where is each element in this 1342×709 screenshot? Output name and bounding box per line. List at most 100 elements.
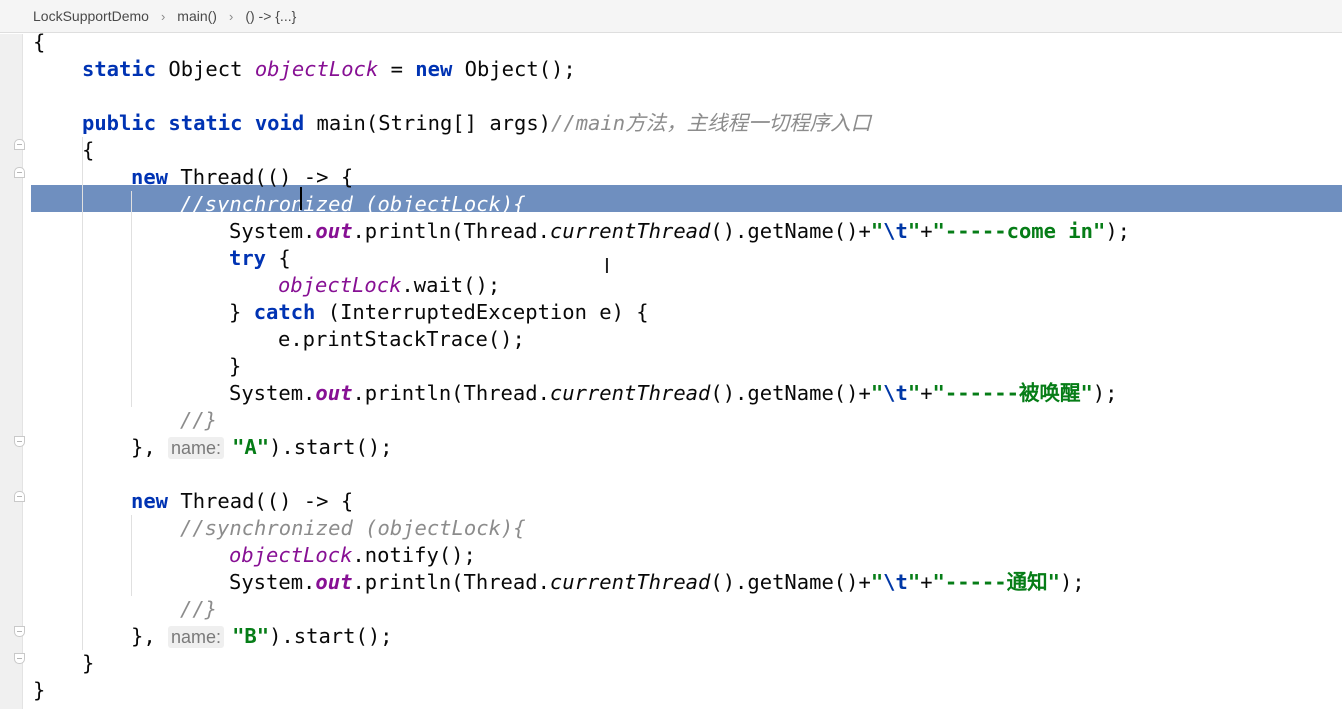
code-line[interactable]: //} xyxy=(180,596,217,623)
code-comment: //main方法，主线程一切程序入口 xyxy=(551,111,872,135)
code-line[interactable]: } catch (InterruptedException e) { xyxy=(229,299,649,326)
code-token: ); xyxy=(1092,381,1118,405)
code-token: out xyxy=(315,570,353,594)
breadcrumb-item-method[interactable]: main() xyxy=(177,8,217,24)
code-token: static xyxy=(168,111,243,135)
code-comment: //} xyxy=(180,408,218,432)
code-line[interactable]: //synchronized (objectLock){ xyxy=(180,515,526,542)
code-token: currentThread xyxy=(549,219,711,243)
code-token: out xyxy=(315,381,353,405)
code-line[interactable]: e.printStackTrace(); xyxy=(278,326,525,353)
code-line[interactable]: //} xyxy=(180,407,217,434)
code-token: + xyxy=(920,570,933,594)
code-line[interactable]: System.out.println(Thread.currentThread(… xyxy=(229,569,1085,596)
indent-guide xyxy=(131,191,132,407)
code-line[interactable]: new Thread(() -> { xyxy=(131,164,353,191)
code-line[interactable]: objectLock.wait(); xyxy=(278,272,500,299)
code-token: }, xyxy=(131,435,169,459)
code-token: \t xyxy=(883,381,908,405)
code-token: new xyxy=(131,165,169,189)
code-token: ().getName()+ xyxy=(710,381,871,405)
code-token: e.printStackTrace(); xyxy=(278,327,525,351)
parameter-hint: name: xyxy=(168,626,225,648)
code-token: "-----come in" xyxy=(932,219,1106,243)
code-token: .println(Thread. xyxy=(352,570,550,594)
fold-icon[interactable] xyxy=(14,653,25,664)
code-comment: //synchronized (objectLock){ xyxy=(180,516,526,540)
code-token: "B" xyxy=(232,624,270,648)
code-token: objectLock xyxy=(278,273,402,297)
fold-icon[interactable] xyxy=(14,491,25,502)
code-token: (InterruptedException e) { xyxy=(315,300,649,324)
code-token: { xyxy=(266,246,291,270)
code-editor[interactable]: { static Object objectLock = new Object()… xyxy=(33,30,1342,709)
code-token: static xyxy=(82,57,157,81)
code-token: .println(Thread. xyxy=(352,381,550,405)
code-line[interactable]: System.out.println(Thread.currentThread(… xyxy=(229,380,1117,407)
chevron-right-icon: › xyxy=(160,8,166,24)
fold-icon[interactable] xyxy=(14,167,25,178)
breadcrumb-item-class[interactable]: LockSupportDemo xyxy=(33,8,149,24)
code-token: .notify(); xyxy=(352,543,476,567)
code-token: "A" xyxy=(232,435,270,459)
code-token: \t xyxy=(883,570,908,594)
code-token: { xyxy=(82,138,95,162)
code-token: main(String[] args) xyxy=(304,111,552,135)
breadcrumb: LockSupportDemo › main() › () -> {...} xyxy=(0,0,1342,33)
chevron-right-icon: › xyxy=(228,8,234,24)
editor-gutter[interactable] xyxy=(0,34,25,709)
code-token: }, xyxy=(131,624,169,648)
code-token: System. xyxy=(229,570,316,594)
code-token: " xyxy=(870,570,884,594)
code-token: \t xyxy=(883,219,908,243)
code-token: System. xyxy=(229,381,316,405)
code-token: + xyxy=(920,219,933,243)
code-token: } xyxy=(229,354,242,378)
code-comment: //} xyxy=(180,597,218,621)
code-comment: //synchronized (objectLock){ xyxy=(180,192,526,216)
text-caret xyxy=(300,187,302,210)
code-token: try xyxy=(229,246,267,270)
code-token: ); xyxy=(1059,570,1085,594)
fold-icon[interactable] xyxy=(14,626,25,637)
code-line[interactable]: { xyxy=(82,137,94,164)
code-token: objectLock xyxy=(229,543,353,567)
code-token: " xyxy=(870,381,884,405)
code-token: catch xyxy=(253,300,316,324)
code-token: " xyxy=(907,570,921,594)
code-token: ().getName()+ xyxy=(710,570,871,594)
code-token: .println(Thread. xyxy=(352,219,550,243)
code-token: void xyxy=(254,111,305,135)
code-token: currentThread xyxy=(549,381,711,405)
code-line[interactable]: } xyxy=(82,650,94,677)
code-token: public xyxy=(82,111,157,135)
indent-guide xyxy=(131,515,132,596)
breadcrumb-item-lambda[interactable]: () -> {...} xyxy=(245,8,296,24)
code-token: "-----通知" xyxy=(932,570,1060,594)
code-line[interactable]: { xyxy=(33,29,45,56)
code-line[interactable]: } xyxy=(229,353,241,380)
code-line[interactable]: objectLock.notify(); xyxy=(229,542,476,569)
code-token: "------被唤醒" xyxy=(932,381,1093,405)
code-line[interactable]: }, name: "B").start(); xyxy=(131,623,393,650)
parameter-hint: name: xyxy=(168,437,225,459)
code-line[interactable]: try { xyxy=(229,245,291,272)
fold-icon[interactable] xyxy=(14,139,25,150)
code-token: .wait(); xyxy=(401,273,501,297)
code-line[interactable]: public static void main(String[] args)//… xyxy=(82,110,871,137)
code-token: = xyxy=(378,57,416,81)
code-token: } xyxy=(82,651,95,675)
code-line[interactable]: } xyxy=(33,677,45,704)
code-token: Object(); xyxy=(452,57,576,81)
code-token: " xyxy=(870,219,884,243)
code-line[interactable]: //synchronized (objectLock){ xyxy=(180,191,526,218)
code-line[interactable]: new Thread(() -> { xyxy=(131,488,353,515)
fold-icon[interactable] xyxy=(14,436,25,447)
code-line[interactable]: static Object objectLock = new Object(); xyxy=(82,56,576,83)
code-line[interactable]: }, name: "A").start(); xyxy=(131,434,393,461)
code-line[interactable]: System.out.println(Thread.currentThread(… xyxy=(229,218,1130,245)
code-token: Object xyxy=(156,57,255,81)
code-token: new xyxy=(131,489,169,513)
text-cursor-icon: I xyxy=(604,254,610,278)
